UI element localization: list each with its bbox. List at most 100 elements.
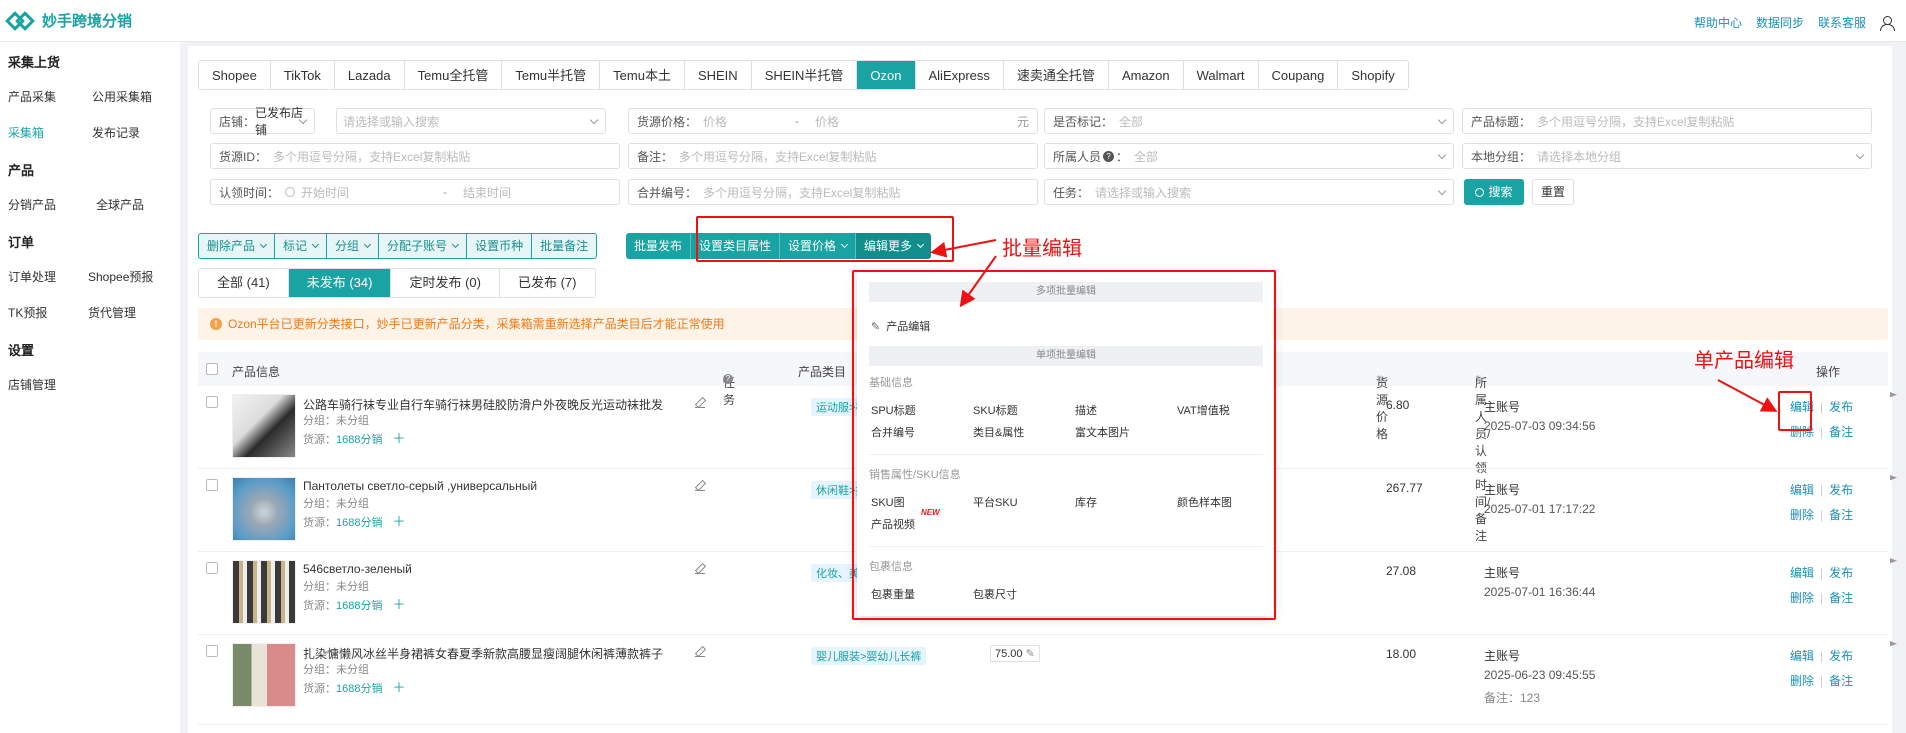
delete-product-button[interactable]: 删除产品	[199, 234, 276, 258]
platform-price-input[interactable]: 75.00 ✎	[990, 645, 1040, 662]
edit-link[interactable]: 编辑	[1790, 647, 1814, 664]
product-thumbnail[interactable]	[232, 394, 296, 458]
tab-shein-semi[interactable]: SHEIN半托管	[751, 61, 858, 89]
source-link[interactable]: 1688分销	[336, 600, 382, 612]
flag-icon[interactable]	[1890, 475, 1897, 481]
status-tab-scheduled[interactable]: 定时发布 (0)	[391, 269, 500, 297]
bulk-remark-button[interactable]: 批量备注	[532, 234, 596, 258]
category-tag[interactable]: 婴儿服装>婴幼儿长裤	[811, 647, 927, 665]
tab-aliexpress[interactable]: AliExpress	[915, 61, 1004, 89]
store-search-select[interactable]: 请选择或输入搜索	[336, 108, 606, 134]
assign-subaccount-button[interactable]: 分配子账号	[379, 234, 468, 258]
end-time-input[interactable]: 结束时间	[457, 184, 511, 201]
sidebar-item-public-box[interactable]: 公用采集箱	[92, 88, 152, 105]
mark-button[interactable]: 标记	[275, 234, 328, 258]
source-link[interactable]: 1688分销	[336, 683, 382, 695]
status-tab-published[interactable]: 已发布 (7)	[499, 269, 595, 297]
source-link[interactable]: 1688分销	[336, 517, 382, 529]
tab-temu-local[interactable]: Temu本土	[600, 61, 685, 89]
source-link[interactable]: 1688分销	[336, 434, 382, 446]
task-select[interactable]: 任务： 请选择或输入搜索	[1044, 179, 1454, 205]
publish-link[interactable]: 发布	[1829, 398, 1853, 415]
plus-icon[interactable]: ＋	[392, 680, 405, 695]
sidebar-item-forwarder[interactable]: 货代管理	[88, 304, 136, 321]
reset-button[interactable]: 重置	[1532, 179, 1574, 205]
tab-coupang[interactable]: Coupang	[1258, 61, 1339, 89]
sidebar-item-collect-box[interactable]: 采集箱	[8, 124, 44, 141]
product-title[interactable]: 扎染慵懒风冰丝半身裙裤女春夏季新款高腰显瘦阔腿休闲裤薄款裤子	[303, 645, 663, 662]
edit-link[interactable]: 编辑	[1790, 564, 1814, 581]
sidebar-item-product-collect[interactable]: 产品采集	[8, 88, 56, 105]
product-thumbnail[interactable]	[232, 560, 296, 624]
publish-link[interactable]: 发布	[1829, 647, 1853, 664]
set-currency-button[interactable]: 设置币种	[467, 234, 533, 258]
tab-temu-full[interactable]: Temu全托管	[404, 61, 503, 89]
bulk-publish-button[interactable]: 批量发布	[626, 233, 692, 259]
tab-lazada[interactable]: Lazada	[334, 61, 405, 89]
publish-link[interactable]: 发布	[1829, 481, 1853, 498]
help-center-link[interactable]: 帮助中心	[1694, 14, 1742, 31]
row-checkbox[interactable]	[206, 396, 218, 408]
publish-link[interactable]: 发布	[1829, 564, 1853, 581]
product-thumbnail[interactable]	[232, 643, 296, 707]
status-tab-unpublished[interactable]: 未发布 (34)	[288, 269, 392, 297]
remark-input[interactable]: 备注： 多个用逗号分隔，支持Excel复制粘贴	[628, 143, 1038, 169]
remark-link[interactable]: 备注	[1829, 672, 1853, 689]
merge-no-input[interactable]: 合并编号： 多个用逗号分隔，支持Excel复制粘贴	[628, 179, 1038, 205]
tab-shopee[interactable]: Shopee	[199, 61, 271, 89]
start-time-input[interactable]: 开始时间	[295, 184, 349, 201]
delete-link[interactable]: 删除	[1790, 589, 1814, 606]
marked-select[interactable]: 是否标记： 全部	[1044, 108, 1454, 134]
product-title[interactable]: 公路车骑行袜专业自行车骑行袜男硅胶防滑户外夜晚反光运动袜批发	[303, 396, 663, 413]
app-logo[interactable]: 妙手跨境分销	[5, 10, 132, 31]
pencil-icon[interactable]	[695, 481, 705, 491]
price-min-input[interactable]: 价格	[697, 113, 727, 130]
plus-icon[interactable]: ＋	[392, 597, 405, 612]
select-all-checkbox[interactable]	[206, 363, 218, 375]
sidebar-item-order-process[interactable]: 订单处理	[8, 268, 56, 285]
row-checkbox[interactable]	[206, 479, 218, 491]
store-select[interactable]: 店铺： 已发布店铺	[210, 106, 315, 137]
sidebar-item-distribution[interactable]: 分销产品	[8, 196, 56, 213]
tab-shopify[interactable]: Shopify	[1338, 61, 1408, 89]
pencil-icon[interactable]	[695, 647, 705, 657]
pencil-icon[interactable]	[695, 398, 705, 408]
sidebar-item-publish-log[interactable]: 发布记录	[92, 124, 140, 141]
pencil-icon[interactable]	[695, 564, 705, 574]
sidebar-item-global[interactable]: 全球产品	[96, 196, 144, 213]
plus-icon[interactable]: ＋	[392, 514, 405, 529]
local-group-select[interactable]: 本地分组： 请选择本地分组	[1462, 143, 1872, 169]
user-icon[interactable]	[1880, 15, 1895, 31]
remark-link[interactable]: 备注	[1829, 423, 1853, 440]
tab-walmart[interactable]: Walmart	[1183, 61, 1259, 89]
flag-icon[interactable]	[1890, 641, 1897, 647]
tab-ozon[interactable]: Ozon	[857, 61, 916, 89]
remark-link[interactable]: 备注	[1829, 506, 1853, 523]
tab-tiktok[interactable]: TikTok	[270, 61, 335, 89]
tab-shein[interactable]: SHEIN	[684, 61, 752, 89]
tab-temu-semi[interactable]: Temu半托管	[502, 61, 601, 89]
tab-aliexpress-full[interactable]: 速卖通全托管	[1003, 61, 1109, 89]
delete-link[interactable]: 删除	[1790, 506, 1814, 523]
sidebar-item-tk-forecast[interactable]: TK预报	[8, 304, 47, 321]
plus-icon[interactable]: ＋	[392, 431, 405, 446]
price-max-input[interactable]: 价格	[809, 113, 839, 130]
row-checkbox[interactable]	[206, 562, 218, 574]
claim-time-range[interactable]: 认领时间： 开始时间 - 结束时间	[210, 179, 620, 205]
flag-icon[interactable]	[1890, 558, 1897, 564]
product-title[interactable]: Пантолеты светло-серый ,универсальный	[303, 479, 537, 493]
delete-link[interactable]: 删除	[1790, 672, 1814, 689]
product-title[interactable]: 546светло-зеленый	[303, 562, 412, 576]
owner-select[interactable]: 所属人员 ?： 全部	[1044, 143, 1454, 169]
tab-amazon[interactable]: Amazon	[1108, 61, 1184, 89]
sidebar-item-shopee-forecast[interactable]: Shopee预报	[88, 268, 153, 285]
source-id-input[interactable]: 货源ID： 多个用逗号分隔，支持Excel复制粘贴	[210, 143, 620, 169]
product-thumbnail[interactable]	[232, 477, 296, 541]
price-range[interactable]: 货源价格： 价格 - 价格 元	[628, 108, 1038, 134]
search-button[interactable]: 搜索	[1464, 179, 1524, 205]
flag-icon[interactable]	[1890, 392, 1897, 398]
group-button[interactable]: 分组	[327, 234, 380, 258]
remark-link[interactable]: 备注	[1829, 589, 1853, 606]
sidebar-item-store-manage[interactable]: 店铺管理	[8, 376, 56, 393]
row-checkbox[interactable]	[206, 645, 218, 657]
